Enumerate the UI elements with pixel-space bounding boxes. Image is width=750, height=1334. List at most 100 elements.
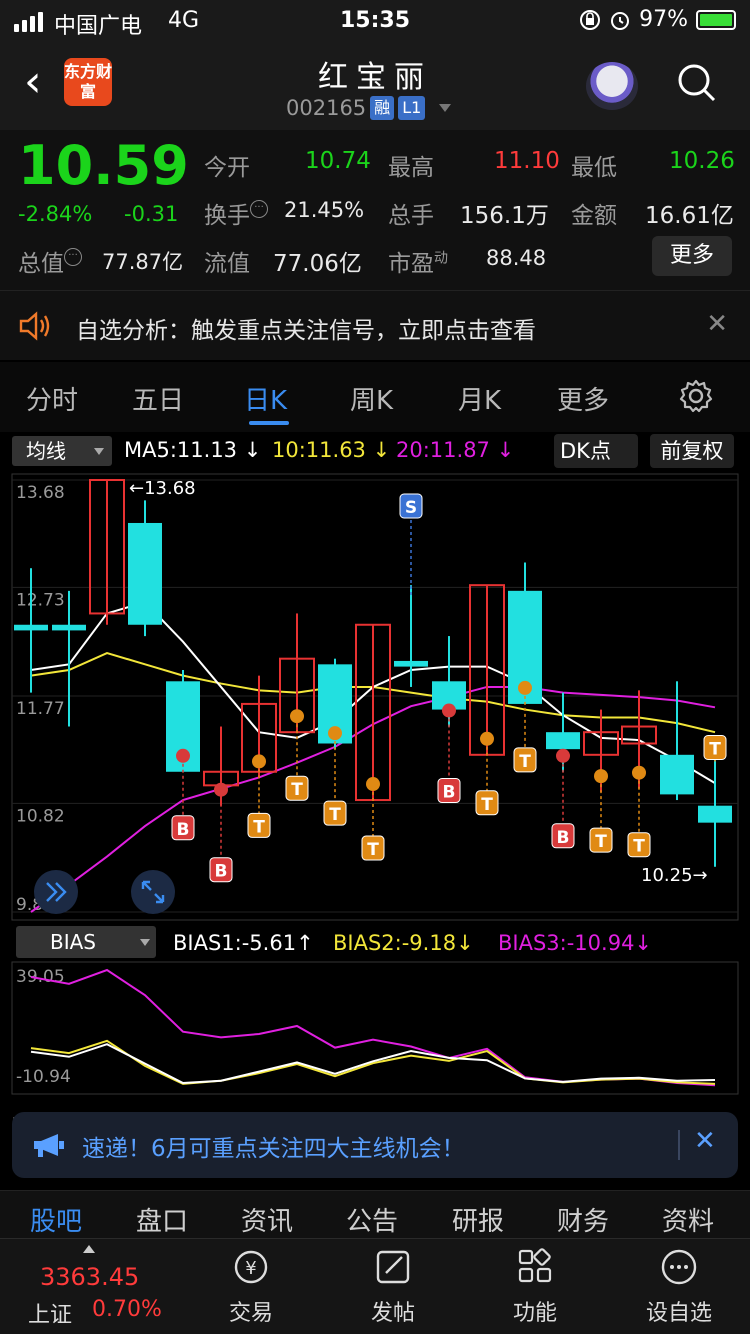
close-icon[interactable]: ✕	[706, 309, 728, 339]
signal-label: T	[633, 837, 645, 857]
clock: 15:35	[340, 8, 411, 33]
tab-finance[interactable]: 财务	[557, 1201, 609, 1238]
active-tab-indicator	[249, 421, 289, 425]
ma-selector[interactable]: 均线	[12, 436, 112, 466]
watchlist-tab[interactable]: 设自选	[634, 1247, 724, 1327]
bias3-line	[30, 968, 716, 1087]
tab-pankou[interactable]: 盘口	[136, 1201, 188, 1238]
tab-daily-k[interactable]: 日K	[244, 380, 287, 417]
signal-dot	[290, 709, 304, 724]
signal-label: T	[367, 840, 379, 860]
signal-label: B	[177, 820, 190, 840]
signal-dot	[328, 726, 342, 741]
bias-selector-label: BIAS	[50, 930, 96, 954]
bottom-tab-bar: 3363.45 上证 0.70% ¥ 交易 发帖 功能 设自选	[0, 1238, 750, 1334]
percent-change: -2.84%	[18, 202, 93, 226]
bias3-label: BIAS3:-10.94↓	[498, 931, 652, 955]
index-percent: 0.70%	[92, 1297, 162, 1322]
margin-tag: 融	[370, 96, 395, 120]
signal-dot	[176, 748, 190, 763]
tab-more[interactable]: 更多	[557, 380, 609, 417]
signal-dot	[518, 680, 532, 695]
close-icon[interactable]: ✕	[694, 1126, 716, 1156]
info-icon[interactable]: ···	[250, 200, 268, 218]
kline-svg[interactable]: 13.6812.7311.7710.829.86←13.6810.25→BBTT…	[0, 472, 750, 1134]
battery-icon	[696, 9, 736, 30]
signal-dot	[632, 765, 646, 780]
candle-body-down	[660, 754, 694, 795]
watchlist-label: 设自选	[645, 1301, 712, 1326]
search-icon[interactable]	[676, 62, 716, 102]
signal-label: T	[595, 832, 607, 852]
candle-body-down	[394, 660, 428, 667]
more-icon	[661, 1249, 697, 1285]
turnover-label: 换手 ···	[204, 196, 268, 230]
candle-body-down	[52, 624, 86, 631]
fullscreen-button[interactable]	[131, 870, 175, 914]
tab-weekly-k[interactable]: 周K	[350, 380, 393, 417]
volume-label: 总手	[388, 203, 434, 229]
mktcap-value: 77.87亿	[102, 250, 184, 274]
tab-five-day[interactable]: 五日	[132, 380, 184, 417]
signal-label: T	[519, 752, 531, 772]
float-value: 77.06亿	[273, 251, 362, 277]
stock-code-row[interactable]: 002165 融 L1	[286, 96, 452, 120]
signal-dot	[252, 754, 266, 769]
signal-icon	[14, 12, 43, 32]
tab-intraday[interactable]: 分时	[26, 380, 78, 417]
stock-header: ‹ 东方财富 红宝丽 002165 融 L1	[0, 44, 750, 130]
notice-bar[interactable]: 自选分析：触发重点关注信号，立即点击查看 ✕	[0, 290, 750, 360]
notice-text: 自选分析：触发重点关注信号，立即点击查看	[76, 318, 536, 344]
signal-label: T	[481, 795, 493, 815]
kline-chart-area[interactable]: 均线 MA5:11.13 ↓ 10:11.63 ↓ 20:11.87 ↓ DK点…	[0, 432, 750, 1134]
trade-label: 交易	[228, 1301, 273, 1326]
tab-profile[interactable]: 资料	[662, 1201, 714, 1238]
gear-icon[interactable]	[678, 378, 714, 414]
y-tick-label: 12.73	[16, 590, 65, 610]
dk-point-button[interactable]: DK点	[554, 434, 638, 468]
signal-dot	[442, 703, 456, 718]
more-quote-button[interactable]: 更多	[652, 236, 732, 276]
signal-dot	[594, 769, 608, 784]
content-tabs: 股吧 盘口 资讯 公告 研报 财务 资料	[0, 1190, 750, 1238]
low-value: 10.26	[669, 148, 735, 174]
high-value: 11.10	[494, 148, 560, 174]
bias-frame	[11, 961, 739, 1095]
tab-announcements[interactable]: 公告	[346, 1201, 398, 1238]
signal-label: S	[405, 498, 417, 518]
open-value: 10.74	[305, 148, 371, 174]
robot-assistant-icon[interactable]	[586, 62, 638, 110]
index-value: 3363.45	[40, 1263, 140, 1291]
chevron-up-icon	[83, 1245, 95, 1253]
rotation-lock-icon	[580, 9, 601, 30]
low-label: 最低	[571, 155, 617, 181]
bias-y-top: 39.05	[16, 967, 65, 987]
tab-guba[interactable]: 股吧	[30, 1201, 82, 1238]
post-tab[interactable]: 发帖	[348, 1247, 438, 1327]
info-icon[interactable]: ···	[64, 248, 82, 266]
ma10-label: 10:11.63 ↓	[272, 438, 391, 462]
adjust-button[interactable]: 前复权	[650, 434, 734, 468]
max-price-label: ←13.68	[129, 478, 196, 499]
tab-research[interactable]: 研报	[452, 1201, 504, 1238]
carrier-label: 中国广电	[54, 14, 143, 39]
tab-news[interactable]: 资讯	[241, 1201, 293, 1238]
indicator-row: 均线 MA5:11.13 ↓ 10:11.63 ↓ 20:11.87 ↓ DK点…	[0, 432, 750, 472]
level-tag: L1	[398, 96, 426, 120]
signal-dot	[214, 782, 228, 797]
tab-monthly-k[interactable]: 月K	[458, 380, 501, 417]
features-label: 功能	[512, 1301, 557, 1326]
y-tick-label: 13.68	[16, 483, 65, 503]
banner-text: 速递！6月可重点关注四大主线机会！	[82, 1136, 465, 1162]
features-tab[interactable]: 功能	[490, 1247, 580, 1327]
open-label: 今开	[204, 155, 250, 181]
min-price-label: 10.25→	[641, 865, 708, 886]
bias2-label: BIAS2:-9.18↓	[333, 931, 474, 955]
svg-text:¥: ¥	[245, 1258, 256, 1279]
trade-tab[interactable]: ¥ 交易	[206, 1247, 296, 1327]
high-label: 最高	[388, 155, 434, 181]
chevron-down-icon	[94, 448, 104, 455]
signal-label: T	[709, 739, 721, 759]
promo-banner[interactable]: 速递！6月可重点关注四大主线机会！ ✕	[12, 1112, 738, 1178]
ma20-label: 20:11.87 ↓	[396, 438, 515, 462]
